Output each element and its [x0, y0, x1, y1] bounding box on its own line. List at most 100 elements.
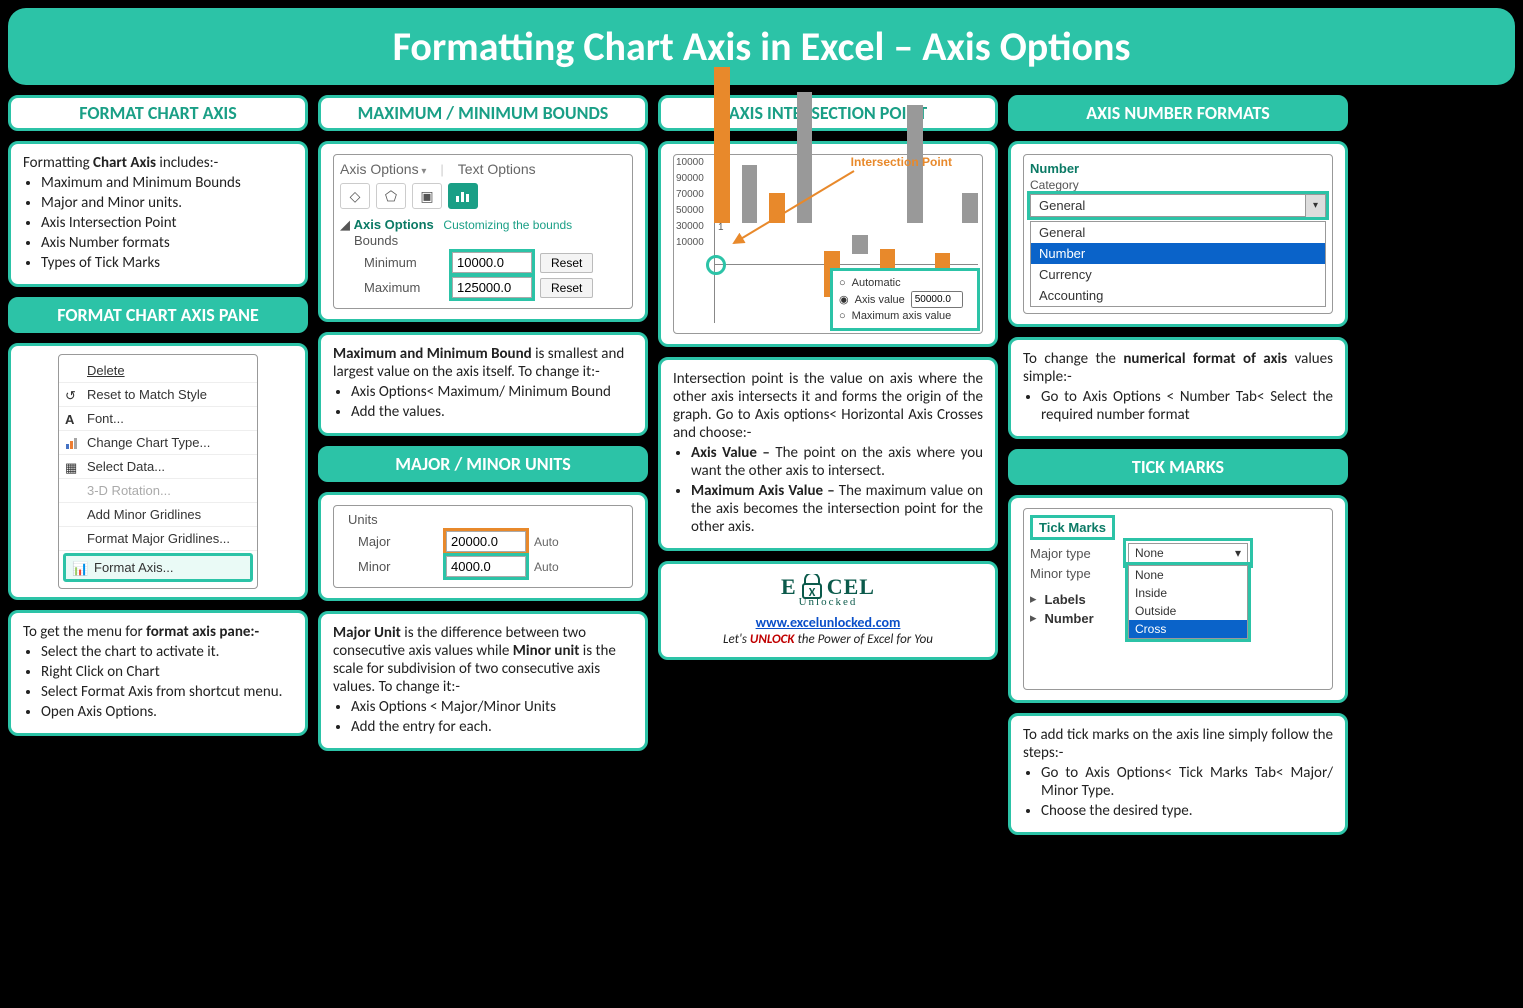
intersection-chart: 10000 90000 70000 50000 30000 10000 — [673, 154, 983, 334]
menu-select-data[interactable]: ▦Select Data... — [59, 455, 257, 479]
menu-delete[interactable]: Delete — [59, 359, 257, 383]
text-bold: Maximum and Minimum Bound — [333, 345, 532, 363]
card-context-menu: Delete ↺Reset to Match Style AFont... Ch… — [8, 343, 308, 600]
text: Intersection point is the value on axis … — [673, 370, 983, 442]
input-axis-value[interactable] — [911, 291, 963, 308]
card-bounds-pane: Axis Options | Text Options ◇ ⬠ ▣ ◢ Axis… — [318, 141, 648, 322]
label-minor: Minor — [358, 559, 438, 574]
x-tick: 1 — [718, 222, 724, 233]
radio-icon[interactable]: ○ — [839, 277, 846, 289]
heading-format-axis-pane: FORMAT CHART AXIS PANE — [8, 297, 308, 333]
option-general[interactable]: General — [1031, 222, 1325, 243]
radio-icon[interactable]: ○ — [839, 310, 846, 322]
input-minor-unit[interactable] — [446, 556, 526, 577]
heading-tick-marks: TICK MARKS — [1008, 449, 1348, 485]
bullet: Add the values. — [351, 403, 633, 421]
menu-reset-match-style[interactable]: ↺Reset to Match Style — [59, 383, 257, 407]
bullet: Axis Intersection Point — [41, 214, 293, 232]
option-inside[interactable]: Inside — [1129, 584, 1247, 602]
bar-chart-icon[interactable] — [448, 183, 478, 209]
chevron-down-icon[interactable]: ▾ — [1305, 195, 1325, 217]
card-units-pane: Units Major Auto Minor Auto — [318, 492, 648, 601]
bullet: Go to Axis Options < Number Tab< Select … — [1041, 388, 1333, 424]
size-icon[interactable]: ▣ — [412, 183, 442, 209]
menu-format-major-gridlines[interactable]: Format Major Gridlines... — [59, 527, 257, 551]
bullet-list: Maximum and Minimum Bounds Major and Min… — [41, 174, 293, 272]
input-minimum-bound[interactable] — [452, 252, 532, 273]
logo-subtitle: Unlocked — [673, 596, 983, 608]
bullet-list: Axis Options< Maximum/ Minimum Bound Add… — [351, 383, 633, 421]
arrow-icon — [724, 163, 864, 253]
reset-maximum-button[interactable]: Reset — [540, 278, 593, 298]
bullet: Right Click on Chart — [41, 663, 293, 681]
input-major-unit[interactable] — [446, 531, 526, 552]
bullet: Add the entry for each. — [351, 718, 633, 736]
context-menu: Delete ↺Reset to Match Style AFont... Ch… — [58, 354, 258, 589]
category-dropdown[interactable]: General ▾ — [1030, 194, 1326, 217]
menu-font[interactable]: AFont... — [59, 407, 257, 431]
y-axis-labels: 10000 90000 70000 50000 30000 10000 — [676, 155, 704, 251]
opt-max-axis-value[interactable]: Maximum axis value — [852, 310, 952, 322]
bullet: Maximum and Minimum Bounds — [41, 174, 293, 192]
label-tick-marks: Tick Marks — [1030, 515, 1115, 540]
opt-axis-value[interactable]: Axis value — [855, 294, 905, 306]
menu-change-chart-type[interactable]: Change Chart Type... — [59, 431, 257, 455]
heading-max-min-bounds: MAXIMUM / MINIMUM BOUNDS — [318, 95, 648, 131]
card-intersection-desc: Intersection point is the value on axis … — [658, 357, 998, 551]
option-currency[interactable]: Currency — [1031, 264, 1325, 285]
option-cross[interactable]: Cross — [1129, 620, 1247, 638]
fill-icon[interactable]: ◇ — [340, 183, 370, 209]
label-labels[interactable]: Labels — [1045, 592, 1086, 607]
bullet-list: Go to Axis Options < Number Tab< Select … — [1041, 388, 1333, 424]
card-intersection-chart: 10000 90000 70000 50000 30000 10000 — [658, 141, 998, 347]
text-bold: format axis pane:- — [146, 623, 259, 641]
units-pane: Units Major Auto Minor Auto — [333, 505, 633, 588]
bullet-list: Go to Axis Options< Tick Marks Tab< Majo… — [1041, 764, 1333, 820]
tab-text-options[interactable]: Text Options — [458, 161, 536, 177]
bullet: Choose the desired type. — [1041, 802, 1333, 820]
option-none[interactable]: None — [1129, 566, 1247, 584]
reset-minimum-button[interactable]: Reset — [540, 253, 593, 273]
menu-add-minor-gridlines[interactable]: Add Minor Gridlines — [59, 503, 257, 527]
reset-icon: ↺ — [65, 388, 79, 402]
menu-format-axis[interactable]: 📊Format Axis... — [63, 553, 253, 582]
page-title: Formatting Chart Axis in Excel – Axis Op… — [8, 8, 1515, 85]
major-type-dropdown[interactable]: None▾ — [1128, 543, 1248, 563]
card-units-desc: Major Unit is the difference between two… — [318, 611, 648, 751]
label-number-section[interactable]: Number — [1045, 611, 1094, 626]
card-logo: E X CEL Unlocked www.excelunlocked.com L… — [658, 561, 998, 660]
chart-type-icon — [65, 436, 79, 450]
input-maximum-bound[interactable] — [452, 277, 532, 298]
option-number[interactable]: Number — [1031, 243, 1325, 264]
card-bounds-desc: Maximum and Minimum Bound is smallest an… — [318, 332, 648, 436]
website-link[interactable]: www.excelunlocked.com — [756, 614, 901, 631]
radio-icon[interactable]: ◉ — [839, 293, 849, 306]
table-icon: ▦ — [65, 460, 79, 474]
axis-options-pane: Axis Options | Text Options ◇ ⬠ ▣ ◢ Axis… — [333, 154, 633, 309]
label-category: Category — [1030, 178, 1326, 192]
text: To change the — [1023, 350, 1123, 368]
effects-icon[interactable]: ⬠ — [376, 183, 406, 209]
tab-axis-options[interactable]: Axis Options — [340, 161, 426, 177]
svg-text:X: X — [808, 586, 815, 600]
text: To get the menu for — [23, 623, 146, 641]
option-outside[interactable]: Outside — [1129, 602, 1247, 620]
chevron-down-icon: ▾ — [1235, 546, 1241, 560]
card-tick-desc: To add tick marks on the axis line simpl… — [1008, 713, 1348, 835]
bullet: Maximum Axis Value – The maximum value o… — [691, 482, 983, 536]
bullet-list: Axis Options < Major/Minor Units Add the… — [351, 698, 633, 736]
category-options: General Number Currency Accounting — [1030, 221, 1326, 307]
option-accounting[interactable]: Accounting — [1031, 285, 1325, 306]
number-format-pane: Number Category General ▾ General Number… — [1023, 154, 1333, 314]
card-format-axis-pane-steps: To get the menu for format axis pane:- S… — [8, 610, 308, 736]
annotation-customizing-bounds: Customizing the bounds — [443, 218, 572, 232]
text: To add tick marks on the axis line simpl… — [1023, 726, 1333, 762]
bullet: Types of Tick Marks — [41, 254, 293, 272]
tick-type-options: None Inside Outside Cross — [1128, 565, 1248, 639]
heading-axis-intersection: AXIS INTERSECTION POINT — [658, 95, 998, 131]
bullet: Open Axis Options. — [41, 703, 293, 721]
bullet: Axis Value – The point on the axis where… — [691, 444, 983, 480]
card-format-axis-intro: Formatting Chart Axis includes:- Maximum… — [8, 141, 308, 287]
opt-automatic[interactable]: Automatic — [852, 277, 901, 289]
text: includes:- — [156, 154, 218, 172]
